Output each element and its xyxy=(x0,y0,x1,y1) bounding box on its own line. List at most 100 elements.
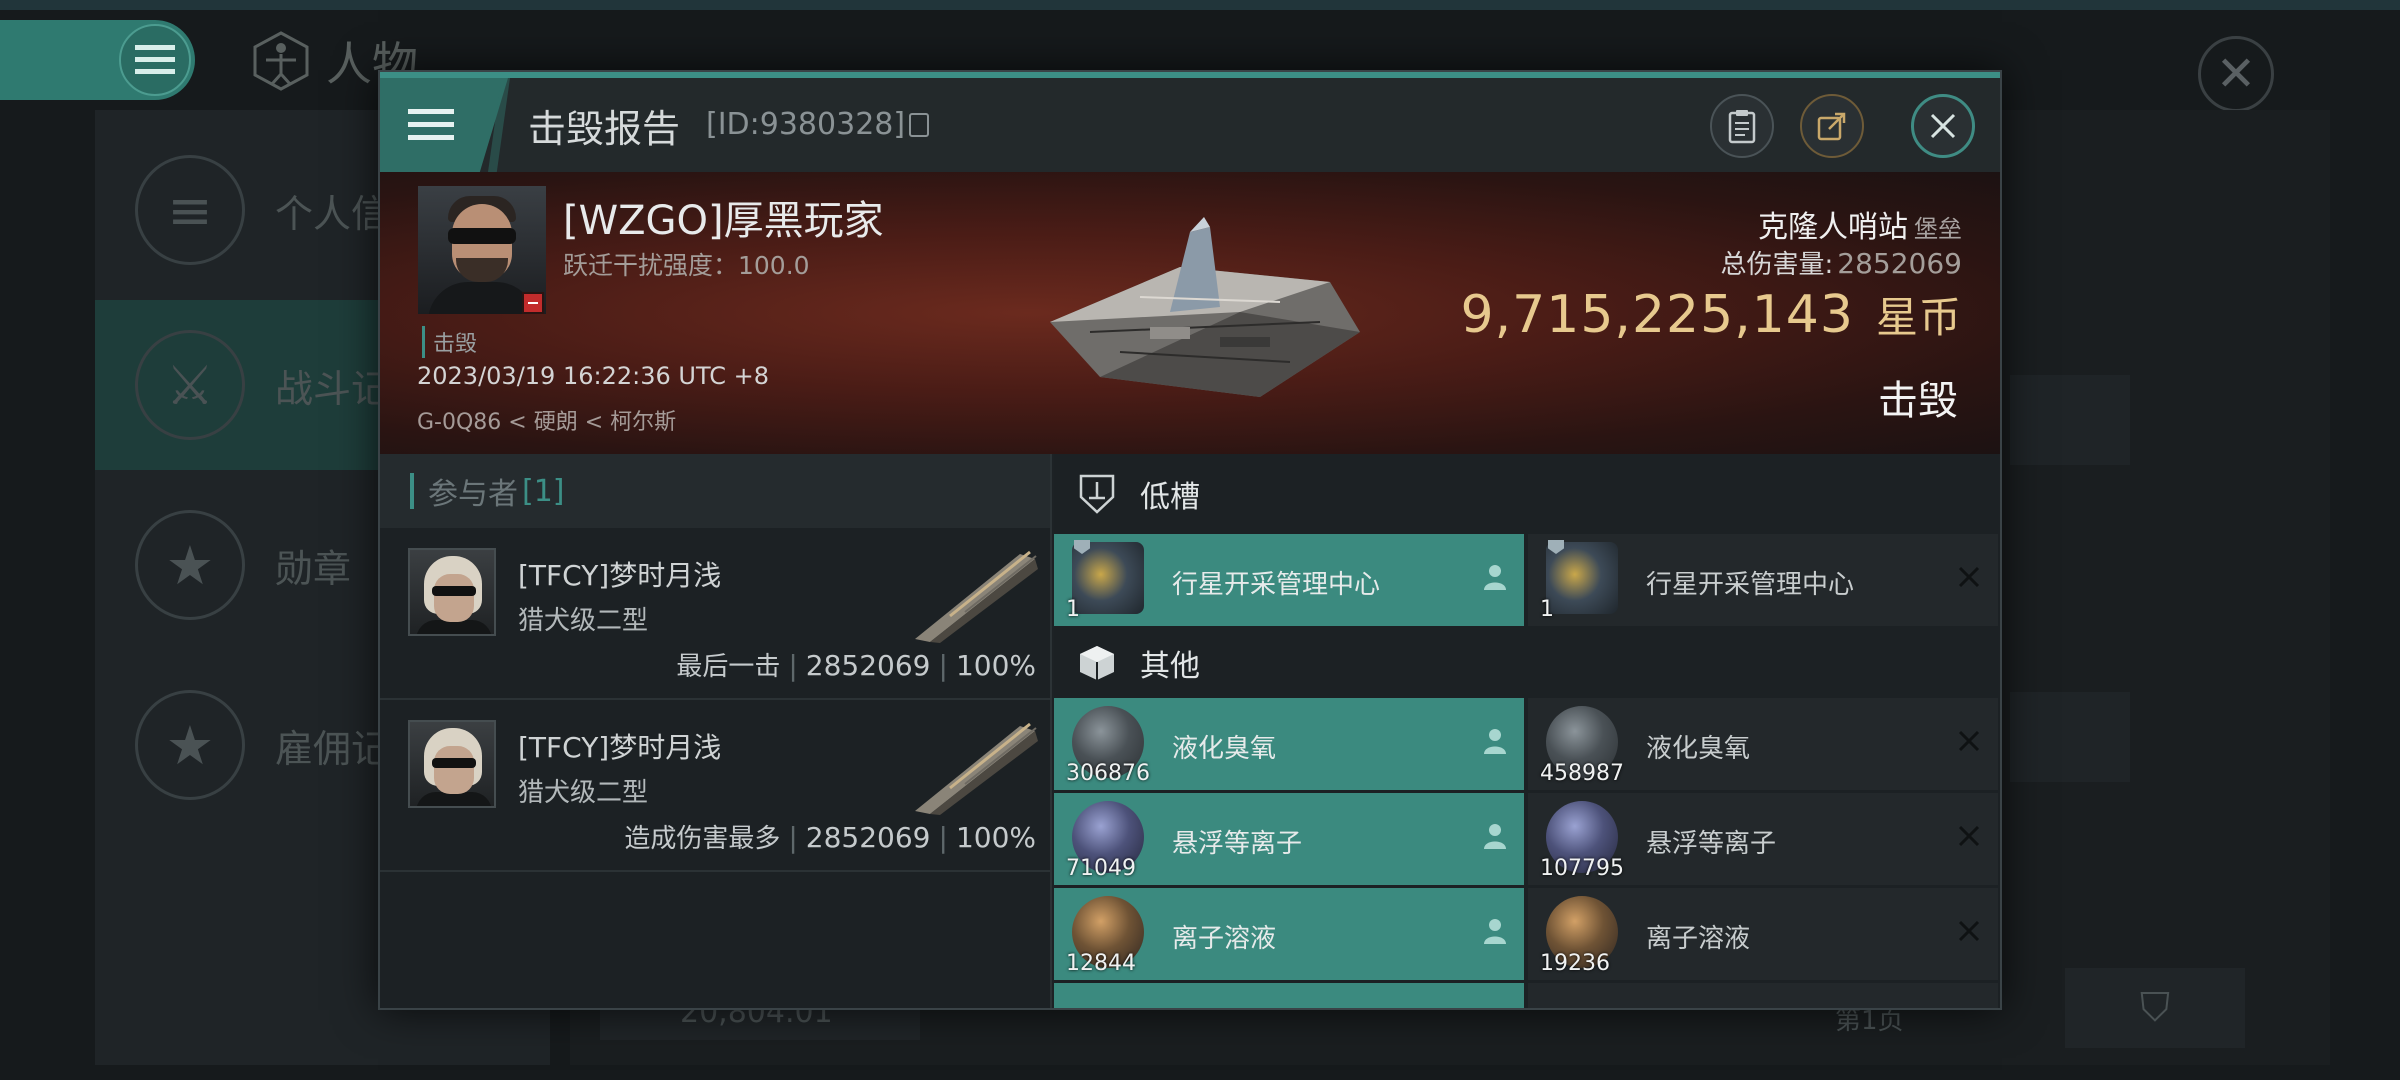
sidebar-item-label: 战斗记 xyxy=(275,366,390,411)
participant-avatar[interactable] xyxy=(408,548,496,636)
total-damage-label: 总伤害量: xyxy=(1720,250,1834,280)
section-title: 其他 xyxy=(1140,649,1200,684)
vitruvian-icon xyxy=(253,31,309,91)
item-row[interactable]: 1 行星开采管理中心 xyxy=(1054,534,1524,626)
dialog-title-text: 击毁报告 xyxy=(528,107,681,151)
report-id[interactable]: [ID:9380328] xyxy=(706,107,930,142)
item-row[interactable]: 306876 液化臭氧 xyxy=(1054,698,1524,790)
item-quantity: 306876 xyxy=(1066,761,1150,786)
page-close-button[interactable]: ✕ xyxy=(2198,36,2274,112)
item-row[interactable]: 19236 离子溶液 xyxy=(1528,888,1998,980)
background-row xyxy=(2010,692,2130,782)
item-quantity: 1 xyxy=(1066,597,1080,622)
clipboard-button[interactable] xyxy=(1710,94,1774,158)
item-quantity: 107795 xyxy=(1540,856,1624,881)
destroyed-x-icon xyxy=(1954,726,1984,756)
item-row[interactable]: 71049 悬浮等离子 xyxy=(1054,793,1524,885)
sidebar-item-label: 雇佣记 xyxy=(275,726,390,771)
item-quantity: 458987 xyxy=(1540,761,1624,786)
participant-damage: 2852069 xyxy=(805,649,931,682)
item-name: 行星开采管理中心 xyxy=(1172,570,1381,600)
dialog-close-button[interactable] xyxy=(1911,94,1975,158)
victim-name[interactable]: [WZGO]厚黑玩家 xyxy=(563,188,884,246)
copy-icon[interactable] xyxy=(909,113,930,137)
avatar-body xyxy=(416,620,492,634)
cargo-box-icon xyxy=(1076,642,1118,684)
participant-stats: 造成伤害最多 | 2852069 | 100% xyxy=(624,818,1036,855)
item-name: 行星开采管理中心 xyxy=(1646,570,1855,600)
structure-type: 堡垒 xyxy=(1914,215,1962,243)
structure-name: 克隆人哨站 堡垒 xyxy=(1758,202,1962,246)
portrait-body xyxy=(428,282,536,314)
structure-name-text: 克隆人哨站 xyxy=(1758,210,1908,245)
menu-icon xyxy=(119,24,191,96)
separator: | xyxy=(788,649,798,682)
participants-header: 参与者 [1] xyxy=(380,454,1050,528)
isk-value-number: 9,715,225,143 xyxy=(1460,285,1854,345)
main-menu-button[interactable] xyxy=(0,20,195,100)
separator: | xyxy=(788,821,798,854)
person-icon xyxy=(1480,821,1510,851)
menu-icon xyxy=(408,109,454,140)
item-name: 悬浮等离子 xyxy=(1172,829,1303,859)
item-name: 悬浮等离子 xyxy=(1646,829,1777,859)
item-name: 液化臭氧 xyxy=(1646,734,1751,764)
section-header-other: 其他 xyxy=(1054,628,2000,698)
share-icon xyxy=(1817,112,1846,141)
avatar-body xyxy=(416,792,492,806)
participant-avatar[interactable] xyxy=(408,720,496,808)
participant-damage: 2852069 xyxy=(805,821,931,854)
participant-row[interactable]: [TFCY]梦时月浅 猎犬级二型 最后一击 | 2852069 | 100% xyxy=(380,528,1050,700)
kill-location[interactable]: G-0Q86 < 硬朗 < 柯尔斯 xyxy=(417,404,676,436)
participant-name: [TFCY]梦时月浅 xyxy=(518,731,722,764)
item-quantity: 12844 xyxy=(1066,951,1136,976)
item-row[interactable]: 107795 悬浮等离子 xyxy=(1528,793,1998,885)
item-row-partial[interactable] xyxy=(1054,983,1524,1008)
low-slot-icon xyxy=(1076,473,1118,515)
header-accent-bar xyxy=(410,473,414,509)
item-name: 离子溶液 xyxy=(1646,924,1751,954)
participant-ship: 猎犬级二型 xyxy=(518,778,649,808)
item-row-partial[interactable] xyxy=(1528,983,1998,1008)
crossed-swords-icon: ⚔ xyxy=(135,330,245,440)
item-quantity: 19236 xyxy=(1540,951,1610,976)
participant-role: 最后一击 xyxy=(676,652,781,682)
sidebar-item-label: 个人信 xyxy=(275,191,390,236)
item-row[interactable]: 12844 离子溶液 xyxy=(1054,888,1524,980)
participants-panel: 参与者 [1] [TFCY]梦时月浅 猎犬级二型 最后一击 | 2852069 | 10… xyxy=(380,454,1052,1008)
items-panel: 低槽 1 行星开采管理中心 1 行星开采管理中心 其他 306876 液化臭氧 xyxy=(1054,454,2000,1008)
filter-icon: ⛉ xyxy=(2140,985,2170,1031)
avatar-face xyxy=(434,746,474,794)
star-wreath-icon: ★ xyxy=(135,690,245,800)
list-icon: ≡ xyxy=(135,155,245,265)
participant-ship: 猎犬级二型 xyxy=(518,606,649,636)
background-row xyxy=(2010,375,2130,465)
portrait-beard xyxy=(456,258,508,282)
item-name: 离子溶液 xyxy=(1172,924,1277,954)
kill-time: 2023/03/19 16:22:36 UTC +8 xyxy=(417,362,769,390)
participant-role: 造成伤害最多 xyxy=(624,824,781,854)
kill-status: 击毁 xyxy=(1878,378,1958,424)
participant-percent: 100% xyxy=(955,649,1036,682)
separator: | xyxy=(938,649,948,682)
isk-value: 9,715,225,143 星币 xyxy=(1461,284,1962,345)
participant-row[interactable]: [TFCY]梦时月浅 猎犬级二型 造成伤害最多 | 2852069 | 100% xyxy=(380,700,1050,872)
top-accent-bar xyxy=(0,0,2400,10)
person-icon xyxy=(1480,562,1510,592)
participants-count: [1] xyxy=(522,473,565,509)
report-id-text: [ID:9380328] xyxy=(706,107,906,142)
filter-button[interactable]: ⛉ xyxy=(2065,968,2245,1048)
section-header-low-slot: 低槽 xyxy=(1054,454,2000,534)
total-damage: 总伤害量: 2852069 xyxy=(1721,244,1962,281)
share-button[interactable] xyxy=(1800,94,1864,158)
destroyed-x-icon xyxy=(1954,821,1984,851)
item-row[interactable]: 1 行星开采管理中心 xyxy=(1528,534,1998,626)
item-row[interactable]: 458987 液化臭氧 xyxy=(1528,698,1998,790)
avatar-glasses xyxy=(432,586,476,596)
kill-report-dialog: 击毁报告 [ID:9380328] [WZGO]厚黑玩家 跃迁干扰强度：100.… xyxy=(378,70,2002,1010)
clipboard-icon xyxy=(1728,110,1756,144)
ship-image xyxy=(915,550,1038,643)
currency-label: 星币 xyxy=(1875,293,1962,342)
participant-percent: 100% xyxy=(955,821,1036,854)
participants-label: 参与者 xyxy=(428,477,518,512)
